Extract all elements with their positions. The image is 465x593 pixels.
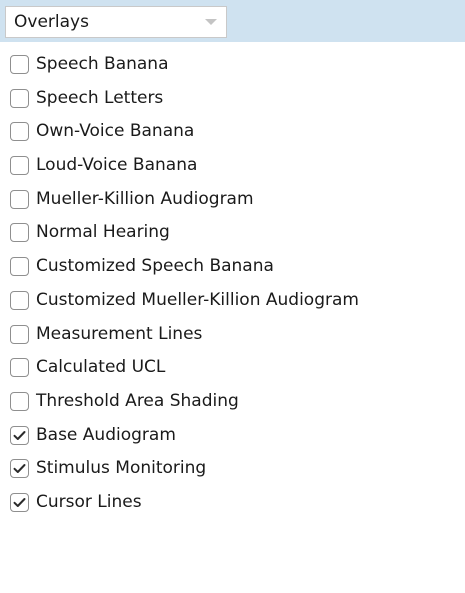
overlay-item-label: Calculated UCL (36, 357, 166, 378)
overlay-item-threshold-area-shading[interactable]: Threshold Area Shading (0, 385, 465, 419)
checkbox[interactable] (10, 290, 29, 310)
overlay-item-label: Own-Voice Banana (36, 121, 195, 142)
overlays-checkbox-list: Speech Banana Speech Letters Own-Voice B… (0, 48, 465, 520)
overlay-item-customized-speech-banana[interactable]: Customized Speech Banana (0, 250, 465, 284)
overlay-item-mueller-killion-audiogram[interactable]: Mueller-Killion Audiogram (0, 183, 465, 217)
checkbox[interactable] (10, 122, 29, 142)
overlay-item-label: Customized Mueller-Killion Audiogram (36, 289, 359, 310)
overlay-item-speech-banana[interactable]: Speech Banana (0, 48, 465, 82)
checkbox[interactable] (10, 156, 29, 176)
overlays-dropdown-label: Overlays (14, 12, 89, 32)
overlay-item-label: Measurement Lines (36, 323, 203, 344)
checkbox[interactable] (10, 55, 29, 74)
checkbox[interactable] (10, 88, 29, 108)
overlay-item-label: Stimulus Monitoring (36, 458, 207, 479)
overlay-item-measurement-lines[interactable]: Measurement Lines (0, 318, 465, 352)
overlay-item-speech-letters[interactable]: Speech Letters (0, 82, 465, 116)
overlay-item-label: Customized Speech Banana (36, 256, 274, 277)
overlay-item-label: Mueller-Killion Audiogram (36, 188, 254, 209)
checkbox[interactable] (10, 223, 29, 243)
overlay-item-label: Base Audiogram (36, 424, 176, 445)
overlay-item-loud-voice-banana[interactable]: Loud-Voice Banana (0, 149, 465, 183)
overlay-item-base-audiogram[interactable]: Base Audiogram (0, 419, 465, 453)
overlay-item-normal-hearing[interactable]: Normal Hearing (0, 216, 465, 250)
overlay-item-own-voice-banana[interactable]: Own-Voice Banana (0, 115, 465, 149)
checkbox[interactable] (10, 358, 29, 378)
checkbox-checked[interactable] (10, 459, 29, 479)
checkmark-icon (13, 464, 26, 474)
overlay-item-label: Cursor Lines (36, 491, 142, 512)
checkmark-icon (13, 430, 26, 440)
checkbox-checked[interactable] (10, 425, 29, 445)
checkbox[interactable] (10, 257, 29, 277)
overlay-item-label: Loud-Voice Banana (36, 155, 198, 176)
overlay-item-label: Speech Letters (36, 87, 164, 108)
overlay-item-customized-mueller-killion-audiogram[interactable]: Customized Mueller-Killion Audiogram (0, 284, 465, 318)
overlays-dropdown[interactable]: Overlays (5, 6, 227, 38)
overlay-item-cursor-lines[interactable]: Cursor Lines (0, 486, 465, 520)
overlay-item-label: Normal Hearing (36, 222, 170, 243)
checkbox[interactable] (10, 324, 29, 344)
overlays-header-bar: Overlays (0, 0, 465, 42)
overlay-item-calculated-ucl[interactable]: Calculated UCL (0, 351, 465, 385)
checkmark-icon (13, 497, 26, 507)
chevron-down-icon[interactable] (196, 7, 226, 37)
overlay-item-label: Threshold Area Shading (36, 390, 239, 411)
checkbox[interactable] (10, 189, 29, 209)
checkbox[interactable] (10, 391, 29, 411)
checkbox-checked[interactable] (10, 492, 29, 512)
overlay-item-stimulus-monitoring[interactable]: Stimulus Monitoring (0, 452, 465, 486)
overlay-item-label: Speech Banana (36, 54, 169, 74)
